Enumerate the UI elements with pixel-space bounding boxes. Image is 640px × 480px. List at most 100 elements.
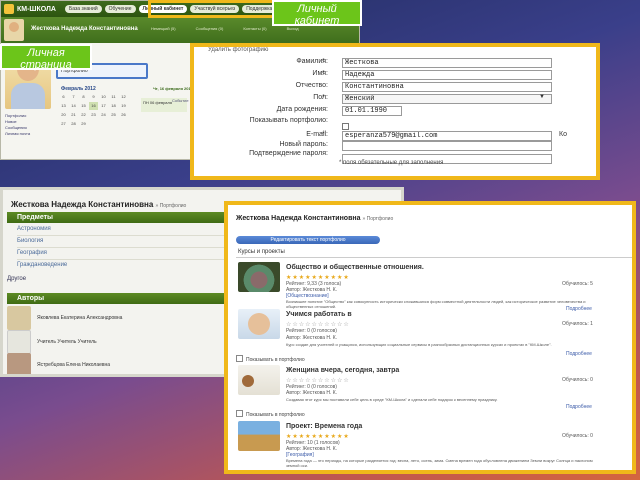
calendar-day[interactable]: 29 [79,120,88,128]
birth-date-field[interactable]: 01.01.1990 [342,106,402,116]
calendar-day[interactable]: 9 [89,93,98,101]
calendar-day[interactable]: 25 [109,111,118,119]
rating-stars: ☆☆☆☆☆☆☆☆☆☆ [286,378,350,384]
callout-personal-page: Личная страница [0,44,92,71]
course-title[interactable]: Проект: Времена года [286,423,362,430]
author-item[interactable]: Яковлева Екатерина Александровна [7,306,229,332]
rating-stars: ★★★★★★★★★★ [286,434,350,440]
required-note: * поля обязательные для заполнения [339,160,444,166]
calendar-day[interactable]: 12 [119,93,128,101]
course-author: Автор: Жесткова Н. К. [286,335,338,341]
calendar-day[interactable]: 26 [119,111,128,119]
field-row-gender: Пол: * Женский ▼ [194,94,596,105]
calendar-day[interactable]: 20 [59,111,68,119]
course-title[interactable]: Женщина вчера, сегодня, завтра [286,367,399,374]
other-section[interactable]: Другое [7,276,26,282]
portfolio-item: Общество и общественные отношения. ★★★★★… [236,262,632,312]
show-in-portfolio-checkbox[interactable]: Показывать в портфолио [236,355,305,363]
event-label[interactable]: Событие [172,98,189,103]
rating-stars: ☆☆☆☆☆☆☆☆☆☆ [286,322,350,328]
course-thumbnail[interactable] [238,309,280,339]
author-name[interactable]: Учитель Учитель Учитель [37,339,97,345]
user-link-messages[interactable]: Сообщения (0) [196,26,224,31]
author-name[interactable]: Ястребцова Елена Николаевна [37,362,110,368]
calendar-day[interactable]: 10 [99,93,108,101]
calendar-day[interactable]: 28 [69,120,78,128]
side-links: Портфолио Новое Сообщения Личная почта [5,113,51,137]
required-mark: * [322,58,325,65]
edit-portfolio-button[interactable]: Редактировать текст портфолио [236,236,380,244]
chevron-down-icon[interactable]: ▼ [539,94,545,100]
new-password-field[interactable] [342,141,552,151]
calendar-day[interactable]: 22 [79,111,88,119]
course-thumbnail[interactable] [238,365,280,395]
gender-select[interactable]: Женский [342,94,552,104]
course-title[interactable]: Учимся работать в [286,311,352,318]
course-author: Автор: Жесткова Н. К. [286,390,338,396]
patronymic-field[interactable]: Константиновна [342,82,552,92]
calendar-day[interactable]: 27 [59,120,68,128]
calendar-day[interactable]: 14 [69,102,78,110]
divider [17,259,227,260]
portfolio-item: Учимся работать в ☆☆☆☆☆☆☆☆☆☆ Рейтинг: 0 … [236,309,632,359]
calendar-day[interactable]: 21 [69,111,78,119]
nav-tab-learning[interactable]: Обучение [104,5,136,13]
calendar-day[interactable]: 18 [109,102,118,110]
course-description: Возникшее понятие "Общество" как совокуп… [286,299,586,309]
portfolio-title: Жесткова Надежда Константиновна » Портфо… [236,215,394,222]
course-thumbnail[interactable] [238,262,280,292]
user-link-contacts[interactable]: Контакты (0) [243,26,266,31]
calendar-day[interactable]: 15 [79,102,88,110]
divider [17,247,227,248]
course-title[interactable]: Общество и общественные отношения. [286,264,424,271]
field-label: Подтверждение пароля: [249,150,328,157]
side-link-mail[interactable]: Личная почта [5,131,51,137]
calendar-day[interactable]: 24 [99,111,108,119]
first-name-field[interactable]: Надежда [342,70,552,80]
site-name: КМ-ШКОЛА [17,5,56,13]
subject-biology[interactable]: Биология [17,238,43,244]
rating-stars: ★★★★★★★★★★ [286,275,350,281]
tab-courses-projects[interactable]: Курсы и проекты [236,249,632,258]
calendar-day [89,120,98,128]
calendar-day[interactable]: 7 [69,93,78,101]
show-in-portfolio-checkbox[interactable]: Показывать в портфолио [236,410,305,418]
field-row-first-name: Имя: * Надежда [194,70,596,81]
profile-form-screenshot: Удалить фотографию Фамилия: * Жесткова И… [190,43,600,180]
email-field[interactable]: esperanza579@gmail.com [342,131,552,141]
calendar-day[interactable]: 16 [89,102,98,110]
calendar-day[interactable]: 11 [109,93,118,101]
portfolio-item: Проект: Времена года ★★★★★★★★★★ Рейтинг:… [236,421,632,470]
show-portfolio-checkbox[interactable] [342,123,349,130]
email-trailing-label: Ко [559,131,567,138]
subjects-header: Предметы [7,212,231,223]
subject-geography[interactable]: География [17,250,47,256]
author-item[interactable]: Ястребцова Елена Николаевна [7,353,229,374]
calendar-day[interactable]: 8 [79,93,88,101]
calendar-day[interactable]: 19 [119,102,128,110]
user-link-language[interactable]: Немецкий (5) [151,26,176,31]
more-link[interactable]: Подробнее [566,351,592,357]
field-label: Пол: [313,94,328,101]
subject-civics[interactable]: Граждановедение [17,262,67,268]
more-link[interactable]: Подробнее [566,404,592,410]
last-name-field[interactable]: Жесткова [342,58,552,68]
course-learners: Обучилось: 1 [562,321,593,327]
calendar-day[interactable]: 13 [59,102,68,110]
avatar[interactable] [4,19,24,41]
site-logo-icon [4,4,14,14]
calendar-day[interactable]: 23 [89,111,98,119]
calendar-title: Февраль 2012 [61,86,96,92]
course-thumbnail[interactable] [238,421,280,451]
calendar-grid: 6 7 8 9 10 11 12 13 14 15 16 17 18 19 20 21 22 23 24 25 26 27… [59,93,128,128]
calendar-day[interactable]: 17 [99,102,108,110]
author-avatar [7,306,31,330]
nav-tab-knowledge-base[interactable]: База знаний [64,5,102,13]
author-name[interactable]: Яковлева Екатерина Александровна [37,315,122,321]
field-label: Отчество: [295,82,328,89]
delete-photo-link[interactable]: Удалить фотографию [208,47,268,53]
subject-astronomy[interactable]: Астрономия [17,226,51,232]
course-description: Курс создан для учителей и учащихся, исп… [286,342,552,347]
required-mark: * [322,131,325,138]
calendar-day[interactable]: 6 [59,93,68,101]
